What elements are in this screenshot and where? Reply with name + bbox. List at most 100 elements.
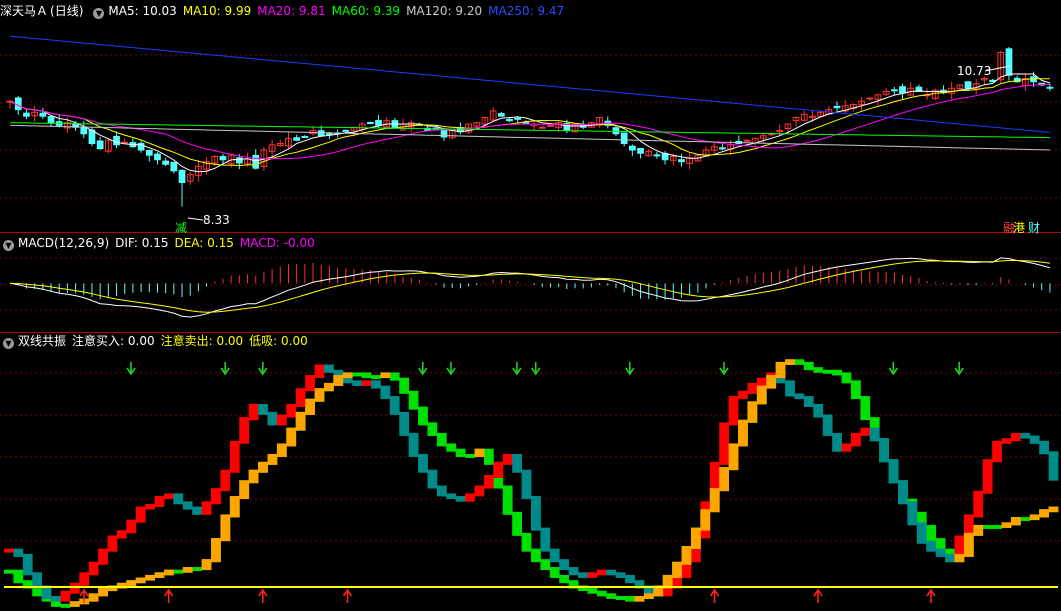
sell-signal-arrow [888, 362, 898, 376]
resonance-line-2-segment [587, 588, 598, 594]
resonance-line-2-segment [540, 559, 551, 571]
ma5-label: MA5: 10.03 [108, 4, 177, 18]
resonance-line-2-rise [258, 461, 268, 473]
dea-label: DEA: 0.15 [174, 236, 234, 250]
resonance-line-1-segment [540, 527, 551, 552]
low-buy-label: 低吸: 0.00 [249, 334, 308, 348]
resonance-line-2-rise [672, 561, 682, 578]
osc-collapse-icon[interactable]: ▼ [3, 338, 14, 349]
resonance-line-2-segment [822, 369, 833, 374]
ma120-line [10, 124, 1050, 151]
resonance-line-2-segment [850, 380, 861, 400]
resonance-line-1-segment [568, 567, 579, 576]
macd-collapse-icon[interactable]: ▼ [3, 240, 14, 251]
sell-label: 注意卖出: 0.00 [160, 334, 244, 348]
candle-body [113, 135, 120, 146]
resonance-line-2-segment [625, 595, 635, 602]
sell-signal-arrow [625, 362, 635, 376]
buy-signal-arrow [813, 588, 823, 603]
macd-value-label: MACD: -0.00 [239, 236, 315, 250]
resonance-line-2-rise [145, 574, 155, 581]
oscillator-pane[interactable] [4, 359, 1061, 608]
resonance-line-2-rise [709, 488, 720, 513]
resonance-line-1-segment [531, 496, 541, 531]
finance-marker[interactable]: 财 [1028, 221, 1040, 235]
resonance-line-1-segment [276, 414, 287, 426]
collapse-icon[interactable]: ▼ [93, 8, 105, 19]
price-header: 深天马Ａ (日线) ▼ MA5: 10.03 MA10: 9.99 MA20: 9.81 M… [0, 3, 570, 19]
resonance-line-2-rise [728, 443, 739, 471]
resonance-line-2-rise [135, 577, 146, 584]
resonance-line-2-segment [436, 432, 447, 447]
stock-chart[interactable]: 10.73 8.33 减 融 港 财 [0, 0, 1061, 611]
resonance-line-2-segment [992, 524, 1002, 529]
macd-pane[interactable] [10, 257, 1051, 318]
dif-label: DIF: 0.15 [115, 236, 169, 250]
resonance-line-1-segment [465, 493, 475, 502]
resonance-line-1-segment [267, 411, 278, 426]
resonance-line-2-rise [276, 443, 287, 457]
sell-signal-arrow [531, 362, 541, 376]
resonance-line-1-segment [154, 496, 165, 507]
resonance-line-2-rise [963, 532, 974, 557]
resonance-line-1-segment [323, 364, 334, 373]
candle-body [293, 137, 301, 141]
sell-signal-arrow [719, 362, 729, 376]
resonance-line-2-rise [220, 514, 231, 542]
buy-label: 注意买入: 0.00 [72, 334, 155, 348]
resonance-line-2-segment [512, 511, 522, 536]
resonance-line-1-segment [587, 572, 598, 578]
buy-signal-arrow [258, 588, 268, 603]
resonance-line-1-segment [493, 461, 504, 478]
resonance-line-1-segment [352, 380, 363, 386]
resonance-line-1-segment [163, 493, 174, 500]
resonance-line-1-segment [973, 490, 984, 518]
sell-signal-arrow [418, 362, 428, 376]
resonance-line-2-segment [841, 372, 852, 384]
resonance-line-1-segment [258, 403, 268, 415]
resonance-line-2-segment [192, 567, 203, 572]
resonance-line-2-rise [766, 375, 777, 389]
resonance-line-2-rise [239, 480, 250, 500]
resonance-line-2-segment [794, 359, 805, 365]
resonance-line-2-rise [98, 588, 108, 597]
resonance-line-1-segment [126, 519, 137, 534]
stock-name: 深天马Ａ [0, 4, 49, 18]
resonance-line-2-rise [267, 453, 278, 465]
resonance-line-2-segment [4, 569, 14, 574]
resonance-line-1-segment [756, 377, 767, 386]
resonance-line-2-rise [182, 567, 193, 573]
candle-body [890, 89, 898, 92]
candle-body [1005, 48, 1013, 76]
candle-body [14, 97, 22, 111]
candle-body [23, 112, 30, 117]
resonance-line-1-segment [832, 432, 842, 452]
resonance-line-2-segment [408, 390, 419, 410]
resonance-line-2-segment [418, 406, 428, 426]
candle-body [47, 116, 55, 124]
resonance-line-1-segment [60, 590, 71, 602]
buy-signal-arrow [926, 588, 936, 603]
resonance-line-1-segment [992, 440, 1002, 463]
price-pane[interactable] [6, 35, 1054, 207]
reduce-marker[interactable]: 减 [175, 221, 187, 235]
resonance-line-1-segment [69, 582, 80, 594]
candle-body [366, 121, 374, 124]
resonance-line-1-segment [135, 506, 146, 523]
ma10-label: MA10: 9.99 [182, 4, 252, 18]
resonance-line-2-rise [700, 509, 711, 531]
resonance-line-2-rise [747, 401, 758, 423]
resonance-line-1-segment [606, 569, 617, 576]
resonance-line-1-segment [98, 548, 108, 565]
resonance-line-2-segment [455, 448, 466, 457]
candle-body [170, 161, 178, 172]
resonance-line-1-segment [22, 553, 33, 576]
resonance-line-2-rise [314, 388, 325, 402]
resonance-line-2-rise [1001, 522, 1012, 528]
ma60-label: MA60: 9.39 [331, 4, 401, 18]
resonance-line-2-segment [860, 396, 871, 421]
candle-body [80, 126, 88, 135]
resonance-line-2-rise [474, 448, 485, 457]
hk-marker[interactable]: 港 [1013, 221, 1025, 235]
resonance-line-2-rise [229, 496, 240, 518]
